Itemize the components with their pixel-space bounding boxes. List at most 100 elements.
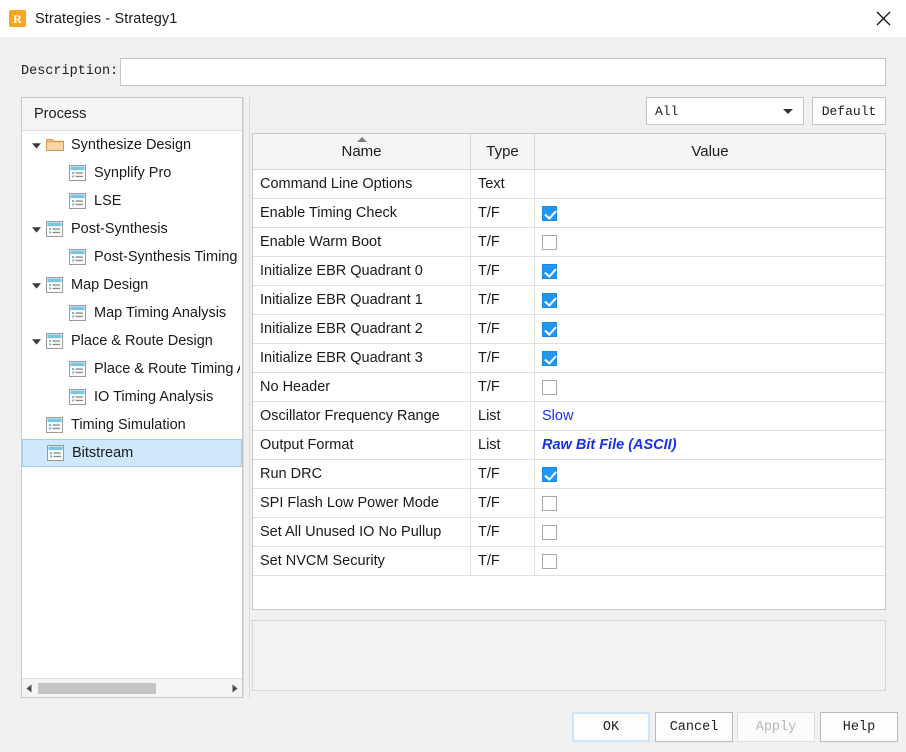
cell-name: Initialize EBR Quadrant 3 [253, 344, 471, 372]
table-row[interactable]: Run DRC T/F [253, 460, 885, 489]
tree-horizontal-scrollbar[interactable] [22, 678, 242, 697]
tree-item-synplify-pro[interactable]: Synplify Pro [22, 159, 242, 187]
checkbox-unchecked[interactable] [542, 495, 557, 511]
cell-empty [535, 576, 885, 609]
cell-empty [471, 576, 535, 609]
cell-name: SPI Flash Low Power Mode [253, 489, 471, 517]
window-title: Strategies - Strategy1 [35, 10, 178, 27]
scrollbar-track[interactable] [37, 680, 227, 697]
chevron-down-icon[interactable] [30, 139, 43, 152]
cell-name: Initialize EBR Quadrant 0 [253, 257, 471, 285]
triangle-right-icon[interactable] [227, 680, 242, 697]
description-input[interactable] [120, 58, 886, 86]
tree-item-label: Map Design [71, 277, 149, 293]
checkbox-unchecked[interactable] [542, 553, 557, 569]
table-row[interactable]: Enable Timing Check T/F [253, 199, 885, 228]
chevron-down-icon[interactable] [30, 279, 43, 292]
table-row[interactable]: Initialize EBR Quadrant 0 T/F [253, 257, 885, 286]
cell-value[interactable] [535, 489, 885, 517]
checkbox-checked[interactable] [542, 292, 557, 308]
table-row[interactable]: Oscillator Frequency Range List Slow [253, 402, 885, 431]
chevron-down-icon[interactable] [30, 335, 43, 348]
filter-select[interactable]: All [646, 97, 804, 125]
column-header-value[interactable]: Value [535, 134, 885, 169]
cell-value[interactable] [535, 170, 885, 198]
tree-item-post-synthesis[interactable]: Post-Synthesis [22, 215, 242, 243]
tree-item-place-route-timing-analysis[interactable]: Place & Route Timing Analysis [22, 355, 242, 383]
cell-value[interactable] [535, 547, 885, 575]
cell-value[interactable]: Raw Bit File (ASCII) [535, 431, 885, 459]
triangle-left-icon[interactable] [22, 680, 37, 697]
table-row[interactable]: Initialize EBR Quadrant 3 T/F [253, 344, 885, 373]
checkbox-unchecked[interactable] [542, 379, 557, 395]
tree-item-map-timing-analysis[interactable]: Map Timing Analysis [22, 299, 242, 327]
table-row[interactable]: SPI Flash Low Power Mode T/F [253, 489, 885, 518]
cell-value[interactable] [535, 228, 885, 256]
checkbox-unchecked[interactable] [542, 524, 557, 540]
table-row-filler [253, 576, 885, 609]
process-tree-list[interactable]: Synthesize Design Synplify Pro LSE Post-Syn… [22, 131, 242, 678]
checkbox-unchecked[interactable] [542, 234, 557, 250]
scrollbar-thumb[interactable] [38, 682, 156, 694]
help-button[interactable]: Help [820, 712, 898, 742]
close-icon[interactable] [860, 0, 906, 37]
cell-value[interactable] [535, 344, 885, 372]
cell-name: No Header [253, 373, 471, 401]
tree-item-io-timing-analysis[interactable]: IO Timing Analysis [22, 383, 242, 411]
cell-type: T/F [471, 489, 535, 517]
value-link[interactable]: Raw Bit File (ASCII) [542, 437, 677, 453]
tree-item-label: IO Timing Analysis [94, 389, 214, 405]
cell-value[interactable] [535, 460, 885, 488]
process-tree-header: Process [22, 98, 242, 131]
cell-name: Initialize EBR Quadrant 1 [253, 286, 471, 314]
table-row[interactable]: Command Line Options Text [253, 170, 885, 199]
cell-value[interactable] [535, 518, 885, 546]
property-description-panel [252, 620, 886, 691]
panel-splitter[interactable] [243, 97, 250, 698]
checkbox-checked[interactable] [542, 205, 557, 221]
document-icon [69, 360, 87, 378]
tree-item-lse[interactable]: LSE [22, 187, 242, 215]
table-row[interactable]: Set NVCM Security T/F [253, 547, 885, 576]
default-button[interactable]: Default [812, 97, 886, 125]
checkbox-checked[interactable] [542, 321, 557, 337]
value-link[interactable]: Slow [542, 408, 573, 424]
cell-type: T/F [471, 228, 535, 256]
table-row[interactable]: No Header T/F [253, 373, 885, 402]
document-icon [46, 416, 64, 434]
cell-value[interactable] [535, 199, 885, 227]
tree-item-post-synthesis-timing-analysis[interactable]: Post-Synthesis Timing Analysis [22, 243, 242, 271]
tree-item-synthesize-design[interactable]: Synthesize Design [22, 131, 242, 159]
cell-value[interactable] [535, 257, 885, 285]
column-header-type[interactable]: Type [471, 134, 535, 169]
column-header-name[interactable]: Name [253, 134, 471, 169]
table-row[interactable]: Set All Unused IO No Pullup T/F [253, 518, 885, 547]
filter-select-value: All [655, 103, 679, 119]
ok-button[interactable]: OK [572, 712, 650, 742]
cancel-button[interactable]: Cancel [655, 712, 733, 742]
checkbox-checked[interactable] [542, 466, 557, 482]
cell-name: Set All Unused IO No Pullup [253, 518, 471, 546]
tree-item-place-route-design[interactable]: Place & Route Design [22, 327, 242, 355]
cell-value[interactable]: Slow [535, 402, 885, 430]
process-tree-panel: Process Synthesize Design Synplify Pro LSE… [21, 97, 243, 698]
tree-item-label: Place & Route Timing Analysis [94, 361, 240, 377]
tree-item-timing-simulation[interactable]: Timing Simulation [22, 411, 242, 439]
table-row[interactable]: Output Format List Raw Bit File (ASCII) [253, 431, 885, 460]
checkbox-checked[interactable] [542, 350, 557, 366]
tree-item-map-design[interactable]: Map Design [22, 271, 242, 299]
tree-item-bitstream[interactable]: Bitstream [22, 439, 242, 467]
document-icon [69, 164, 87, 182]
chevron-down-icon[interactable] [30, 223, 43, 236]
cell-value[interactable] [535, 373, 885, 401]
cell-value[interactable] [535, 286, 885, 314]
table-row[interactable]: Enable Warm Boot T/F [253, 228, 885, 257]
cell-name: Command Line Options [253, 170, 471, 198]
checkbox-checked[interactable] [542, 263, 557, 279]
cell-value[interactable] [535, 315, 885, 343]
table-row[interactable]: Initialize EBR Quadrant 1 T/F [253, 286, 885, 315]
table-row[interactable]: Initialize EBR Quadrant 2 T/F [253, 315, 885, 344]
document-icon [69, 388, 87, 406]
